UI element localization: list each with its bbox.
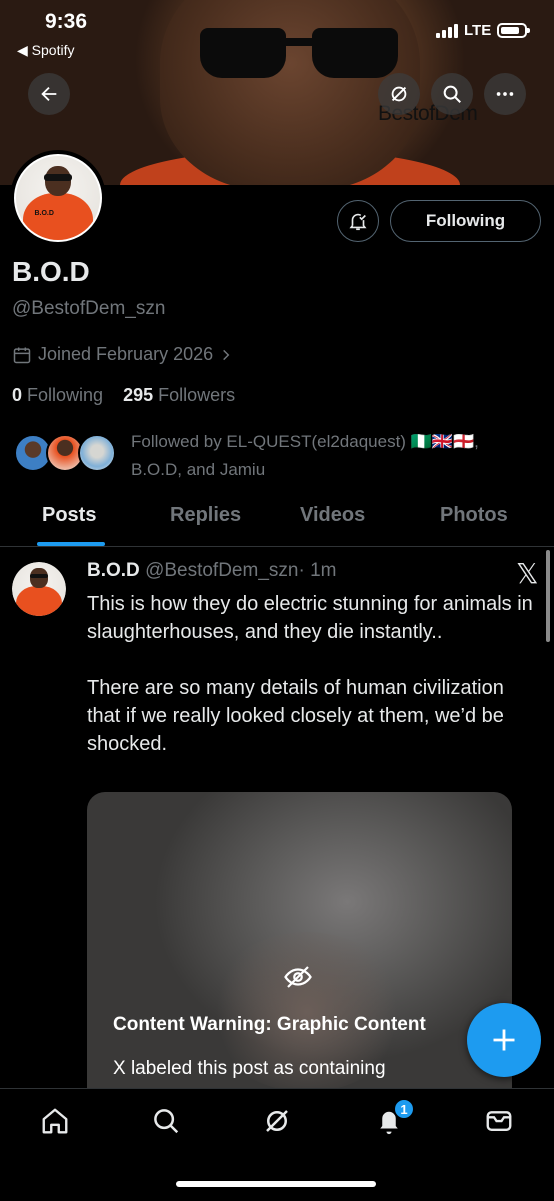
- followers-label: Followers: [158, 385, 236, 405]
- post-author-handle[interactable]: @BestofDem_szn: [145, 560, 298, 581]
- profile-avatar[interactable]: B.O.D: [10, 150, 106, 246]
- profile-name: B.O.D: [12, 256, 90, 287]
- tab-replies[interactable]: Replies: [170, 504, 241, 527]
- grok-button[interactable]: [378, 73, 420, 115]
- search-icon: [443, 85, 461, 103]
- bell-check-icon: [349, 213, 367, 231]
- followers-count: 295: [123, 385, 154, 405]
- signal-icon: [436, 23, 458, 38]
- more-button[interactable]: [484, 73, 526, 115]
- banner-sunglasses: [200, 28, 400, 84]
- profile-handle: @BestofDem_szn: [12, 298, 166, 319]
- joined-text: Joined February 2026: [38, 344, 214, 364]
- profile-tabs: Posts Replies Videos Photos: [0, 498, 554, 547]
- post-author-name[interactable]: B.O.D: [87, 560, 140, 581]
- content-warning-title: Content Warning: Graphic Content: [113, 1014, 426, 1035]
- joined-date[interactable]: Joined February 2026: [12, 344, 233, 365]
- compose-button[interactable]: [467, 1003, 541, 1077]
- battery-icon: [497, 23, 531, 38]
- mail-icon[interactable]: [484, 1106, 514, 1136]
- followed-by-text[interactable]: Followed by EL-QUEST(el2daquest) 🇳🇬🇬🇧🏴󠁧󠁢…: [131, 428, 531, 484]
- arrow-left-icon: [41, 86, 57, 102]
- followers-count-link[interactable]: 295 Followers: [123, 385, 235, 405]
- following-count-link[interactable]: 0 Following: [12, 385, 103, 405]
- back-to-app-link[interactable]: ◀ Spotify: [17, 42, 74, 59]
- search-button[interactable]: [431, 73, 473, 115]
- post-header: B.O.D @BestofDem_szn· 1m: [87, 560, 336, 582]
- grok-icon: [391, 86, 407, 102]
- plus-icon: [493, 1029, 515, 1051]
- following-button[interactable]: Following: [390, 200, 541, 242]
- tab-videos[interactable]: Videos: [300, 504, 365, 527]
- status-time: 9:36: [45, 10, 88, 33]
- grok-icon[interactable]: [262, 1106, 292, 1136]
- post-time: · 1m: [298, 560, 337, 581]
- post-author-avatar[interactable]: [12, 562, 66, 616]
- home-indicator: [176, 1181, 376, 1187]
- network-label: LTE: [464, 22, 492, 39]
- active-tab-indicator: [37, 542, 105, 546]
- x-logo-icon: 𝕏: [516, 558, 539, 589]
- following-count: 0: [12, 385, 23, 405]
- search-icon[interactable]: [151, 1106, 181, 1136]
- notifications-toggle-button[interactable]: [337, 200, 379, 242]
- calendar-icon: [13, 347, 31, 363]
- chevron-right-icon: [223, 349, 230, 360]
- follower-avatar[interactable]: [78, 434, 116, 472]
- status-indicators: LTE: [436, 22, 531, 39]
- scrollbar[interactable]: [546, 550, 550, 642]
- following-label: Following: [27, 385, 104, 405]
- tab-photos[interactable]: Photos: [440, 504, 508, 527]
- post-text[interactable]: This is how they do electric stunning fo…: [87, 590, 537, 758]
- back-button[interactable]: [28, 73, 70, 115]
- avatar-hood-text: B.O.D: [34, 209, 54, 217]
- notification-badge: 1: [393, 1098, 415, 1120]
- home-icon[interactable]: [40, 1106, 70, 1136]
- more-icon: [496, 92, 514, 96]
- follow-counts: 0 Following 295 Followers: [12, 385, 235, 406]
- content-warning-text: X labeled this post as containing: [113, 1058, 386, 1079]
- eye-off-icon: [283, 962, 313, 997]
- tab-posts[interactable]: Posts: [42, 504, 96, 527]
